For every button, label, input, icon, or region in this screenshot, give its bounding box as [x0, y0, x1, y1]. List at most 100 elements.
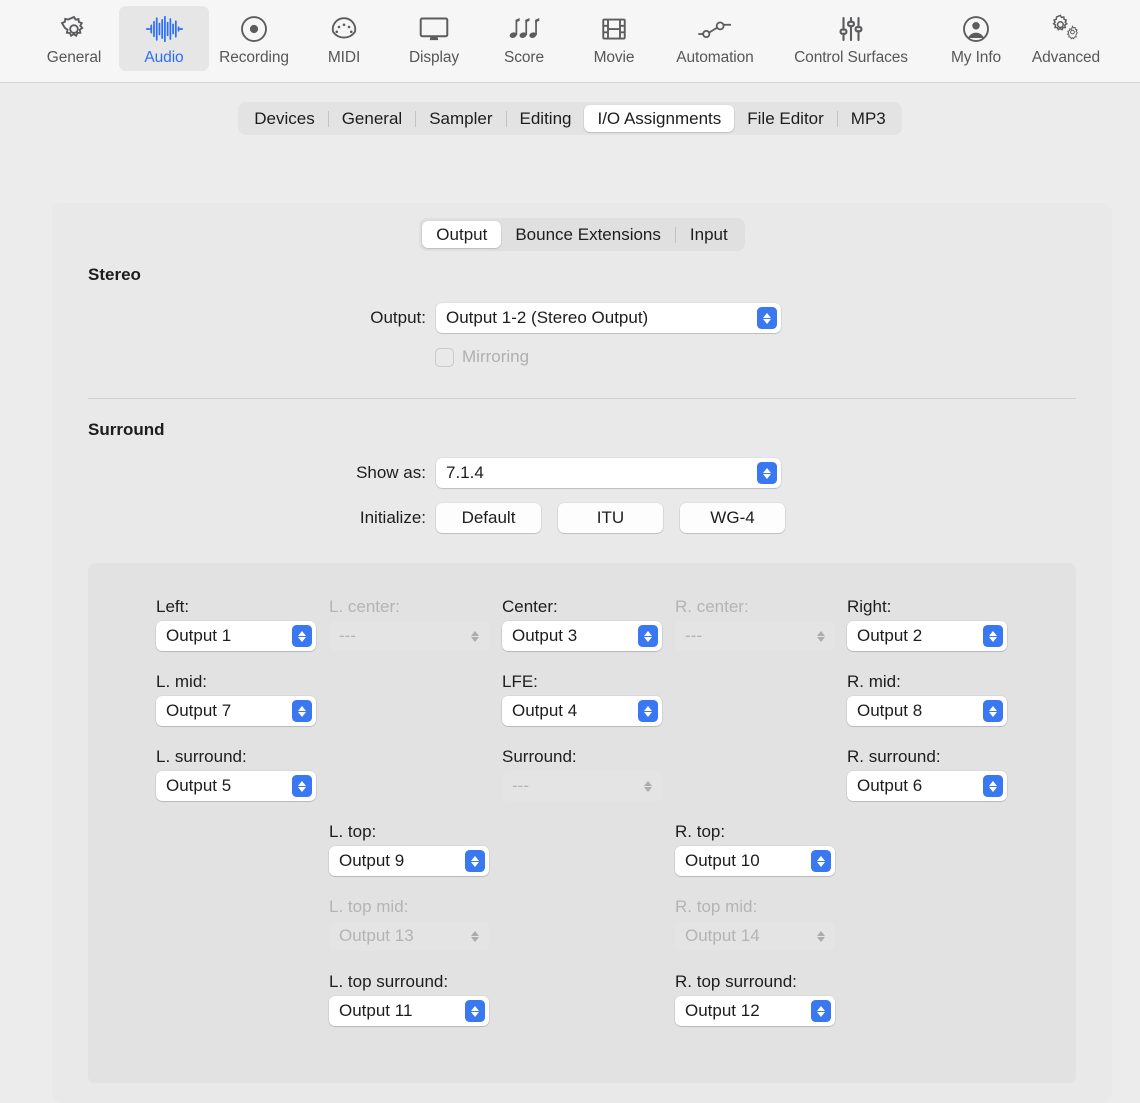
chevron-updown-icon [757, 462, 777, 484]
toolbar-item-display[interactable]: Display [389, 6, 479, 71]
channel-value: Output 2 [857, 626, 923, 645]
tab-sampler[interactable]: Sampler [416, 105, 505, 132]
toolbar-item-label: Advanced [1031, 49, 1101, 66]
toolbar-item-label: My Info [950, 49, 1002, 66]
channel-label: L. surround: [156, 747, 247, 766]
toolbar-item-label: Score [504, 49, 544, 66]
channel-r-top-mid: R. top mid: Output 14 [675, 897, 835, 951]
channel-center-dropdown[interactable]: Output 3 [502, 621, 662, 651]
channel-left-dropdown[interactable]: Output 1 [156, 621, 316, 651]
chevron-updown-icon [811, 625, 831, 647]
stereo-section-title: Stereo [88, 265, 141, 284]
toolbar-item-my-info[interactable]: My Info [931, 6, 1021, 71]
channel-l-top-mid: L. top mid: Output 13 [329, 897, 489, 951]
person-circle-icon [961, 12, 991, 46]
chevron-updown-icon [465, 925, 485, 947]
subtab-input[interactable]: Input [676, 221, 742, 248]
chevron-updown-icon [638, 700, 658, 722]
toolbar-item-recording[interactable]: Recording [209, 6, 299, 71]
channel-label: R. mid: [847, 672, 901, 691]
channel-l-top-dropdown[interactable]: Output 9 [329, 846, 489, 876]
channel-value: Output 9 [339, 851, 405, 870]
film-strip-icon [599, 12, 629, 46]
chevron-updown-icon [983, 625, 1003, 647]
channel-label: R. surround: [847, 747, 941, 766]
toolbar-item-general[interactable]: General [29, 6, 119, 71]
show-as-value: 7.1.4 [446, 463, 484, 482]
initialize-wg4-button[interactable]: WG-4 [680, 503, 785, 533]
tab-devices[interactable]: Devices [241, 105, 327, 132]
channel-label: L. top mid: [329, 897, 409, 916]
surround-initialize-row: Initialize: Default ITU WG-4 [88, 503, 848, 533]
show-as-label: Show as: [356, 463, 426, 482]
sliders-icon [836, 12, 866, 46]
double-gear-icon [1049, 12, 1083, 46]
channel-l-mid-dropdown[interactable]: Output 7 [156, 696, 316, 726]
monitor-icon [418, 12, 450, 46]
channel-value: Output 4 [512, 701, 578, 720]
tab-io-assignments[interactable]: I/O Assignments [584, 105, 735, 132]
chevron-updown-icon [465, 625, 485, 647]
chevron-updown-icon [292, 700, 312, 722]
chevron-updown-icon [638, 775, 658, 797]
toolbar-item-midi[interactable]: MIDI [299, 6, 389, 71]
chevron-updown-icon [292, 625, 312, 647]
toolbar-item-audio[interactable]: Audio [119, 6, 209, 71]
record-circle-icon [239, 12, 269, 46]
channel-value: Output 5 [166, 776, 232, 795]
channel-label: R. center: [675, 597, 749, 616]
channel-value: Output 10 [685, 851, 760, 870]
channel-l-top-surround-dropdown[interactable]: Output 11 [329, 996, 489, 1026]
channel-r-top-dropdown[interactable]: Output 10 [675, 846, 835, 876]
channel-lfe-dropdown[interactable]: Output 4 [502, 696, 662, 726]
channel-label: R. top surround: [675, 972, 797, 991]
mirroring-checkbox[interactable] [436, 348, 453, 366]
toolbar-item-advanced[interactable]: Advanced [1021, 6, 1111, 71]
channel-r-top-mid-dropdown: Output 14 [675, 921, 835, 951]
settings-tabbar-container: Devices General Sampler Editing I/O Assi… [0, 102, 1140, 135]
channel-r-mid-dropdown[interactable]: Output 8 [847, 696, 1007, 726]
channel-center: Center: Output 3 [502, 597, 662, 651]
settings-tabbar: Devices General Sampler Editing I/O Assi… [238, 102, 902, 135]
toolbar-item-movie[interactable]: Movie [569, 6, 659, 71]
surround-section-title: Surround [88, 420, 165, 439]
show-as-dropdown[interactable]: 7.1.4 [436, 458, 781, 488]
channel-label: LFE: [502, 672, 538, 691]
channel-right-dropdown[interactable]: Output 2 [847, 621, 1007, 651]
section-divider [88, 398, 1076, 399]
channel-value: Output 11 [339, 1001, 413, 1020]
channel-label: L. top surround: [329, 972, 449, 991]
channel-surround: Surround: --- [502, 747, 662, 801]
channel-value: --- [512, 776, 529, 795]
channel-label: R. top: [675, 822, 726, 841]
channel-r-top-surround-dropdown[interactable]: Output 12 [675, 996, 835, 1026]
preferences-toolbar: General Audio Recording MIDI Display Sco… [0, 0, 1140, 83]
stereo-mirroring-row: Mirroring [88, 347, 808, 367]
initialize-itu-button[interactable]: ITU [558, 503, 663, 533]
stereo-output-value: Output 1-2 (Stereo Output) [446, 308, 649, 327]
tab-file-editor[interactable]: File Editor [734, 105, 837, 132]
channel-value: Output 7 [166, 701, 232, 720]
tab-general[interactable]: General [329, 105, 415, 132]
mirroring-label: Mirroring [462, 347, 530, 366]
channel-label: Right: [847, 597, 892, 616]
toolbar-item-automation[interactable]: Automation [659, 6, 771, 71]
stereo-output-label: Output: [370, 308, 426, 327]
toolbar-item-control-surfaces[interactable]: Control Surfaces [771, 6, 931, 71]
initialize-default-button[interactable]: Default [436, 503, 541, 533]
subtab-bounce-extensions[interactable]: Bounce Extensions [501, 221, 675, 248]
channel-l-surround-dropdown[interactable]: Output 5 [156, 771, 316, 801]
channel-right: Right: Output 2 [847, 597, 1007, 651]
chevron-updown-icon [465, 1000, 485, 1022]
chevron-updown-icon [811, 850, 831, 872]
channel-l-center-dropdown: --- [329, 621, 489, 651]
channel-lfe: LFE: Output 4 [502, 672, 662, 726]
toolbar-item-score[interactable]: Score [479, 6, 569, 71]
channel-label: L. top: [329, 822, 377, 841]
channel-value: Output 1 [166, 626, 232, 645]
stereo-output-dropdown[interactable]: Output 1-2 (Stereo Output) [436, 303, 781, 333]
subtab-output[interactable]: Output [422, 221, 502, 248]
tab-mp3[interactable]: MP3 [838, 105, 899, 132]
channel-r-surround-dropdown[interactable]: Output 6 [847, 771, 1007, 801]
tab-editing[interactable]: Editing [507, 105, 585, 132]
